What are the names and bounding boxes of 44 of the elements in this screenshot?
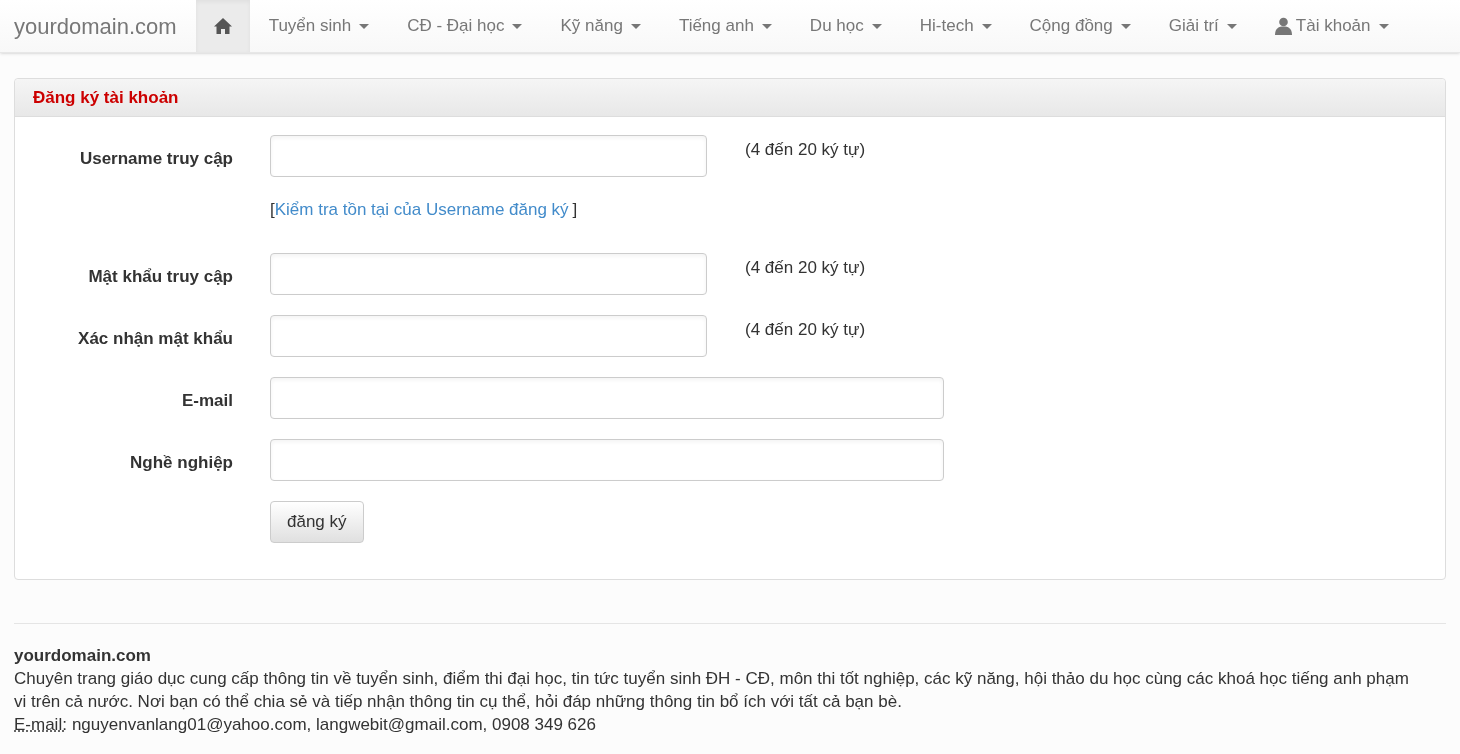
input-field[interactable]: [270, 438, 944, 481]
contact-label: E-mail:: [14, 713, 67, 736]
nav-menu-item[interactable]: Du học: [790, 0, 901, 52]
caret-icon: [630, 23, 641, 29]
input-field[interactable]: [270, 376, 944, 419]
caret-icon: [871, 23, 882, 29]
home-link[interactable]: [195, 0, 250, 52]
nav-menu-item[interactable]: CĐ - Đại học: [388, 0, 542, 52]
panel-title: Đăng ký tài khoản: [33, 86, 179, 109]
caret-icon: [1120, 23, 1131, 29]
home-icon: [212, 17, 233, 35]
contact-info: nguyenvanlang01@yahoo.com, langwebit@gmail.com, 0908 349 626: [71, 713, 596, 736]
field-hint: (4 đến 20 ký tự): [745, 139, 866, 161]
site-brand[interactable]: yourdomain.com: [0, 0, 191, 52]
register-button[interactable]: đăng ký: [270, 500, 364, 543]
input-field[interactable]: [270, 135, 707, 177]
nav-menu-item[interactable]: Giải trí: [1149, 0, 1256, 52]
bracket: [: [270, 199, 275, 221]
caret-icon: [1378, 23, 1389, 29]
field-label: Mật khẩu truy cập: [87, 265, 233, 288]
caret-icon: [512, 23, 523, 29]
nav-menu-item[interactable]: Tiếng anh: [659, 0, 791, 52]
caret-icon: [981, 23, 992, 29]
nav-menu-item[interactable]: Kỹ năng: [541, 0, 660, 52]
check-username-link[interactable]: Kiểm tra tồn tại của Username đăng ký: [274, 197, 569, 223]
input-field[interactable]: [270, 252, 707, 295]
input-field[interactable]: [270, 314, 707, 357]
nav-menu-item[interactable]: Cộng đồng: [1010, 0, 1150, 52]
caret-icon: [359, 23, 370, 29]
nav-menu-item[interactable]: Tài khoản: [1255, 0, 1408, 52]
field-hint: (4 đến 20 ký tự): [745, 318, 866, 341]
field-label: E-mail: [180, 389, 233, 412]
footer-title: yourdomain.com: [14, 644, 152, 667]
nav-menu-item[interactable]: Hi-tech: [900, 0, 1011, 52]
field-label: Xác nhận mật khẩu: [77, 327, 233, 350]
bracket: ]: [572, 199, 578, 221]
field-hint: (4 đến 20 ký tự): [745, 256, 866, 279]
caret-icon: [761, 23, 772, 29]
footer-description: Chuyên trang giáo dục cung cấp thông tin về tuyển sinh, điểm thi đại học, tin tức tuyển sinh ĐH - CĐ, môn thi tốt nghiệp, các kỹ năng, hội thảo du học cùng các khoá học tiếng anh phạm vi trên cả nước. Nơi bạn có thể chia sẻ và tiếp nhận thông tin cụ thể, hỏi đáp những thông tin bổ ích với tất cả bạn bè.: [14, 667, 1410, 713]
user-icon: [1274, 17, 1292, 35]
caret-icon: [1226, 23, 1237, 29]
field-label: Username truy cập: [78, 148, 233, 170]
nav-menu-item[interactable]: Tuyển sinh: [249, 0, 389, 52]
field-label: Nghề nghiệp: [129, 451, 233, 474]
